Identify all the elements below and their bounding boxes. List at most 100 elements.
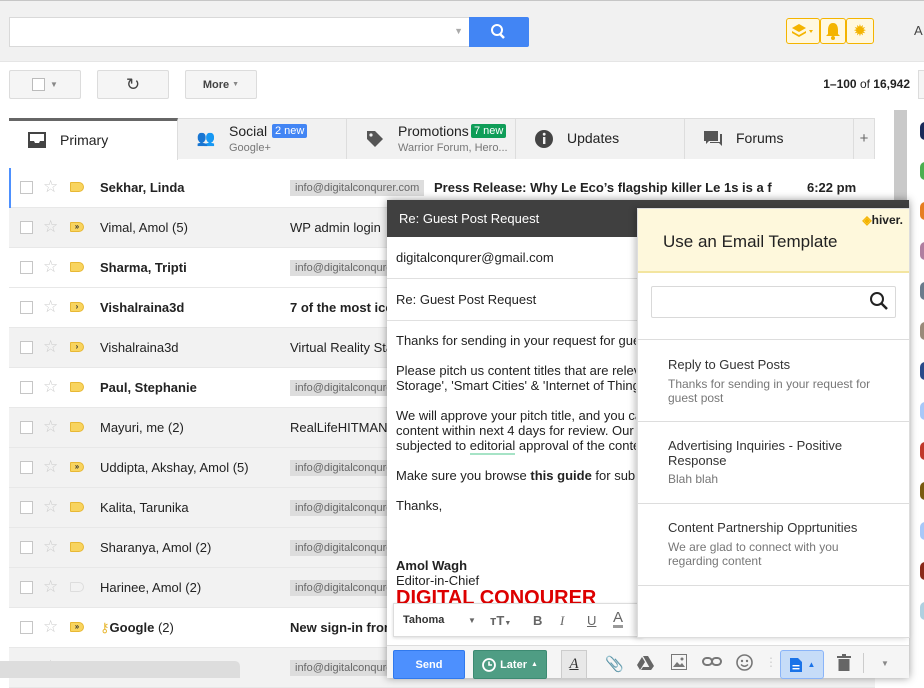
refresh-button[interactable]: ↻: [97, 70, 169, 99]
scrollbar[interactable]: [894, 110, 907, 200]
hangouts-bar[interactable]: [0, 661, 240, 678]
contact-avatar[interactable]: [920, 402, 924, 420]
contact-avatar[interactable]: [920, 602, 924, 620]
send-button[interactable]: Send: [393, 650, 465, 679]
star-icon[interactable]: ☆: [43, 257, 58, 277]
star-icon[interactable]: ☆: [43, 417, 58, 437]
row-checkbox[interactable]: [20, 621, 33, 634]
row-checkbox[interactable]: [20, 461, 33, 474]
importance-marker-icon[interactable]: »: [70, 462, 84, 472]
star-icon[interactable]: ☆: [43, 217, 58, 237]
contact-avatar[interactable]: [920, 162, 924, 180]
tab-social[interactable]: 👥 Social 2 new Google+: [178, 118, 347, 159]
account-name[interactable]: A: [914, 23, 923, 38]
to-field[interactable]: digitalconqurer@gmail.com: [387, 237, 637, 279]
row-checkbox[interactable]: [20, 581, 33, 594]
guide-link[interactable]: this guide: [530, 468, 591, 483]
row-checkbox[interactable]: [20, 501, 33, 514]
contact-avatar[interactable]: [920, 482, 924, 500]
row-checkbox[interactable]: [20, 221, 33, 234]
bold-button[interactable]: B: [533, 613, 542, 628]
inbox-icon: [28, 132, 46, 148]
contact-avatar[interactable]: [920, 522, 924, 540]
row-checkbox[interactable]: [20, 181, 33, 194]
more-options-icon[interactable]: ▼: [881, 659, 889, 668]
send-later-button[interactable]: Later ▲: [473, 650, 547, 679]
contact-avatar[interactable]: [920, 562, 924, 580]
row-checkbox[interactable]: [20, 261, 33, 274]
underline-button[interactable]: U: [587, 613, 596, 628]
attach-icon[interactable]: 📎: [605, 655, 624, 673]
template-item[interactable]: Content Partnership Opprtunities We are …: [638, 503, 909, 585]
importance-marker-icon[interactable]: ›: [70, 342, 84, 352]
add-tab-button[interactable]: +: [854, 118, 875, 159]
hiver-notifications-button[interactable]: [820, 18, 846, 44]
spellcheck-word[interactable]: editorial: [469, 438, 516, 455]
trash-icon[interactable]: [837, 654, 851, 671]
contact-avatar[interactable]: [920, 442, 924, 460]
importance-marker-icon[interactable]: [70, 542, 84, 552]
star-icon[interactable]: ☆: [43, 577, 58, 597]
italic-button[interactable]: I: [560, 613, 564, 629]
email-template-panel: ◈hiver. Use an Email Template Reply to G…: [637, 208, 910, 638]
text-color-button[interactable]: A: [613, 610, 624, 628]
email-template-button[interactable]: ▲: [780, 650, 824, 679]
contact-avatar[interactable]: [920, 282, 924, 300]
drive-icon[interactable]: [637, 656, 654, 670]
font-select[interactable]: Tahoma: [403, 614, 444, 626]
star-icon[interactable]: ☆: [43, 617, 58, 637]
subject-field[interactable]: Re: Guest Post Request: [387, 279, 637, 321]
hiver-settings-button[interactable]: ✹: [846, 18, 874, 44]
insert-photo-icon[interactable]: [671, 654, 687, 670]
link-icon[interactable]: [702, 657, 722, 667]
hiver-menu-button[interactable]: [786, 18, 820, 44]
row-checkbox[interactable]: [20, 341, 33, 354]
contact-avatar[interactable]: [920, 322, 924, 340]
search-input[interactable]: ▼: [9, 17, 470, 47]
label-chip[interactable]: info@digitalconqurer.com: [290, 180, 425, 196]
search-button[interactable]: [469, 17, 529, 47]
row-checkbox[interactable]: [20, 301, 33, 314]
star-icon[interactable]: ☆: [43, 537, 58, 557]
star-icon[interactable]: ☆: [43, 497, 58, 517]
more-button[interactable]: More ▼: [185, 70, 257, 99]
star-icon[interactable]: ☆: [43, 377, 58, 397]
select-all-button[interactable]: ▼: [9, 70, 81, 99]
star-icon[interactable]: ☆: [43, 457, 58, 477]
search-options-dropdown-icon[interactable]: ▼: [454, 26, 463, 36]
importance-marker-icon[interactable]: [70, 262, 84, 272]
template-item[interactable]: Reply to Guest Posts Thanks for sending …: [638, 339, 909, 421]
formatting-options-button[interactable]: A: [561, 650, 587, 679]
importance-marker-icon[interactable]: [70, 382, 84, 392]
star-icon[interactable]: ☆: [43, 177, 58, 197]
importance-marker-icon[interactable]: [70, 582, 84, 592]
template-search-input[interactable]: [651, 286, 896, 318]
contact-avatar[interactable]: [920, 202, 924, 220]
importance-marker-icon[interactable]: [70, 422, 84, 432]
importance-marker-icon[interactable]: [70, 502, 84, 512]
template-item[interactable]: Advertising Inquiries - Positive Respons…: [638, 421, 909, 503]
message-body[interactable]: Thanks for sending in your request for g…: [396, 333, 636, 603]
contact-avatar[interactable]: [920, 242, 924, 260]
sender-name: Vimal, Amol (5): [100, 220, 188, 235]
text-size-icon[interactable]: ᴛT▼: [490, 613, 511, 628]
newer-button[interactable]: [918, 70, 924, 99]
row-checkbox[interactable]: [20, 541, 33, 554]
contact-avatar[interactable]: [920, 122, 924, 140]
tab-promotions[interactable]: Promotions 7 new Warrior Forum, Hero...: [347, 118, 516, 159]
contact-avatar[interactable]: [920, 362, 924, 380]
emoji-icon[interactable]: [736, 654, 753, 671]
search-icon[interactable]: [869, 291, 889, 311]
importance-marker-icon[interactable]: [70, 182, 84, 192]
star-icon[interactable]: ☆: [43, 337, 58, 357]
row-checkbox[interactable]: [20, 421, 33, 434]
tab-forums[interactable]: Forums: [685, 118, 854, 159]
more-icon[interactable]: ⋮: [765, 655, 777, 669]
tab-primary[interactable]: Primary: [9, 118, 178, 160]
star-icon[interactable]: ☆: [43, 297, 58, 317]
importance-marker-icon[interactable]: ›: [70, 302, 84, 312]
importance-marker-icon[interactable]: »: [70, 622, 84, 632]
tab-updates[interactable]: Updates: [516, 118, 685, 159]
importance-marker-icon[interactable]: »: [70, 222, 84, 232]
row-checkbox[interactable]: [20, 381, 33, 394]
